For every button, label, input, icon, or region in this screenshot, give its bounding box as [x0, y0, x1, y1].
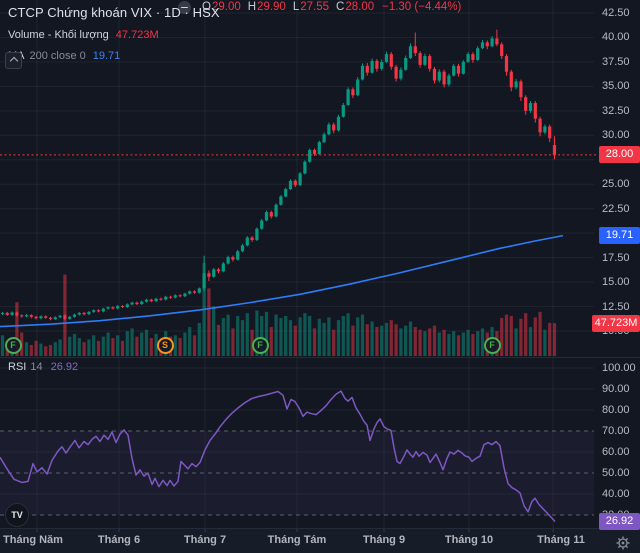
price-axis-label: 12.50	[602, 300, 640, 314]
price-axis-label: 42.50	[602, 6, 640, 20]
volume-indicator-label[interactable]: Volume - Khối lượng	[8, 29, 109, 41]
rsi-axis-label: 90.00	[602, 382, 640, 396]
price-axis-label: 40.00	[602, 30, 640, 44]
ma-indicator-value: 19.71	[93, 50, 121, 62]
legend-expand-button[interactable]	[5, 52, 22, 69]
rsi-axis-label: 70.00	[602, 424, 640, 438]
price-axis-label: 35.00	[602, 79, 640, 93]
price-axis-label: 25.00	[602, 177, 640, 191]
event-marker-f[interactable]: F	[252, 337, 269, 354]
time-axis-label: Tháng 9	[344, 534, 424, 546]
rsi-axis-label: 40.00	[602, 487, 640, 501]
time-axis-label: Tháng 11	[521, 534, 601, 546]
price-axis-label: 15.00	[602, 275, 640, 289]
symbol-legend: CTCP Chứng khoán VIX · 1D · HSX Volume -…	[8, 5, 220, 62]
candles-layer	[1, 30, 556, 321]
rsi-period: 14	[30, 361, 42, 373]
tradingview-logo[interactable]: TV	[5, 503, 29, 527]
gear-icon[interactable]	[615, 535, 631, 551]
rsi-legend: RSI 14 26.92	[8, 361, 78, 373]
volume-layer	[1, 263, 556, 356]
time-axis-label: Tháng Năm	[0, 534, 73, 546]
price-axis-label: 30.00	[602, 128, 640, 142]
chart-canvas[interactable]	[0, 0, 640, 553]
rsi-value-badge: 26.92	[599, 513, 640, 530]
time-axis-label: Tháng 10	[429, 534, 509, 546]
last-price-badge: 28.00	[599, 146, 640, 163]
event-marker-f[interactable]: F	[5, 337, 22, 354]
price-axis-label: 32.50	[602, 104, 640, 118]
time-axis-label: Tháng 6	[79, 534, 159, 546]
event-marker-s[interactable]: S	[157, 337, 174, 354]
chevron-up-icon	[9, 57, 17, 65]
time-axis-label: Tháng Tám	[257, 534, 337, 546]
ma-indicator-params: 200 close 0	[30, 50, 86, 62]
rsi-indicator-label[interactable]: RSI	[8, 361, 26, 373]
trading-chart-window: CTCP Chứng khoán VIX · 1D · HSX Volume -…	[0, 0, 640, 553]
rsi-axis-label: 100.00	[602, 361, 640, 375]
volume-value-badge: 47.723M	[592, 315, 640, 332]
rsi-axis-label: 60.00	[602, 445, 640, 459]
price-axis-label: 22.50	[602, 202, 640, 216]
price-axis-label: 17.50	[602, 251, 640, 265]
rsi-axis-label: 50.00	[602, 466, 640, 480]
time-axis-label: Tháng 7	[165, 534, 245, 546]
price-axis-label: 37.50	[602, 55, 640, 69]
ma-value-badge: 19.71	[599, 227, 640, 244]
rsi-value: 26.92	[51, 361, 79, 373]
event-marker-f[interactable]: F	[484, 337, 501, 354]
volume-indicator-value: 47.723M	[116, 29, 159, 41]
symbol-title[interactable]: CTCP Chứng khoán VIX · 1D · HSX	[8, 5, 220, 20]
rsi-axis-label: 80.00	[602, 403, 640, 417]
